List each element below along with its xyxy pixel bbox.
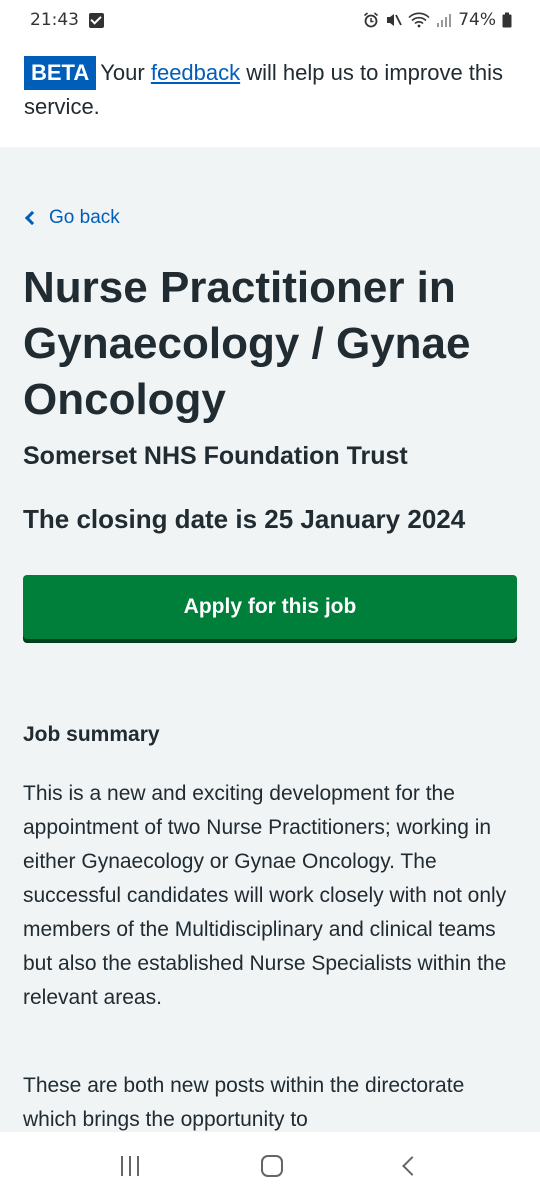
- alarm-icon: [364, 12, 379, 28]
- recents-button[interactable]: [121, 1156, 139, 1176]
- android-nav-bar: [0, 1132, 540, 1200]
- mute-icon: [387, 14, 403, 26]
- main-content: Go back Nurse Practitioner in Gynaecolog…: [0, 147, 540, 1132]
- recents-icon-bar: [129, 1156, 131, 1176]
- battery-icon: [502, 12, 512, 28]
- status-bar: 21:43 74%: [0, 0, 540, 40]
- feedback-link[interactable]: feedback: [151, 60, 240, 85]
- go-back-link[interactable]: Go back: [23, 207, 120, 229]
- home-button[interactable]: [261, 1155, 283, 1177]
- back-button[interactable]: [402, 1156, 422, 1176]
- job-summary-paragraph-2: These are both new posts within the dire…: [23, 1074, 465, 1131]
- beta-banner: BETA Your feedback will help us to improv…: [0, 40, 540, 147]
- employer-name: Somerset NHS Foundation Trust: [23, 442, 408, 470]
- closing-date: The closing date is 25 January 2024: [23, 504, 466, 534]
- beta-text-before: Your: [100, 60, 151, 85]
- checkbox-notification-icon: [89, 12, 104, 28]
- go-back-label: Go back: [49, 207, 120, 228]
- wifi-icon: [408, 12, 430, 28]
- apply-button[interactable]: Apply for this job: [23, 575, 517, 639]
- battery-percent: 74%: [458, 10, 496, 30]
- signal-icon: [437, 14, 452, 27]
- beta-tag: BETA: [24, 56, 97, 90]
- status-left: 21:43: [30, 10, 104, 30]
- job-summary-paragraph-1: This is a new and exciting development f…: [23, 782, 507, 1009]
- recents-icon-bar: [121, 1156, 123, 1176]
- job-title: Nurse Practitioner in Gynaecology / Gyna…: [23, 263, 471, 424]
- job-summary-heading: Job summary: [23, 723, 160, 746]
- status-time: 21:43: [30, 10, 79, 30]
- chevron-left-icon: [24, 210, 40, 226]
- status-right: 74%: [363, 10, 512, 30]
- recents-icon-bar: [137, 1156, 139, 1176]
